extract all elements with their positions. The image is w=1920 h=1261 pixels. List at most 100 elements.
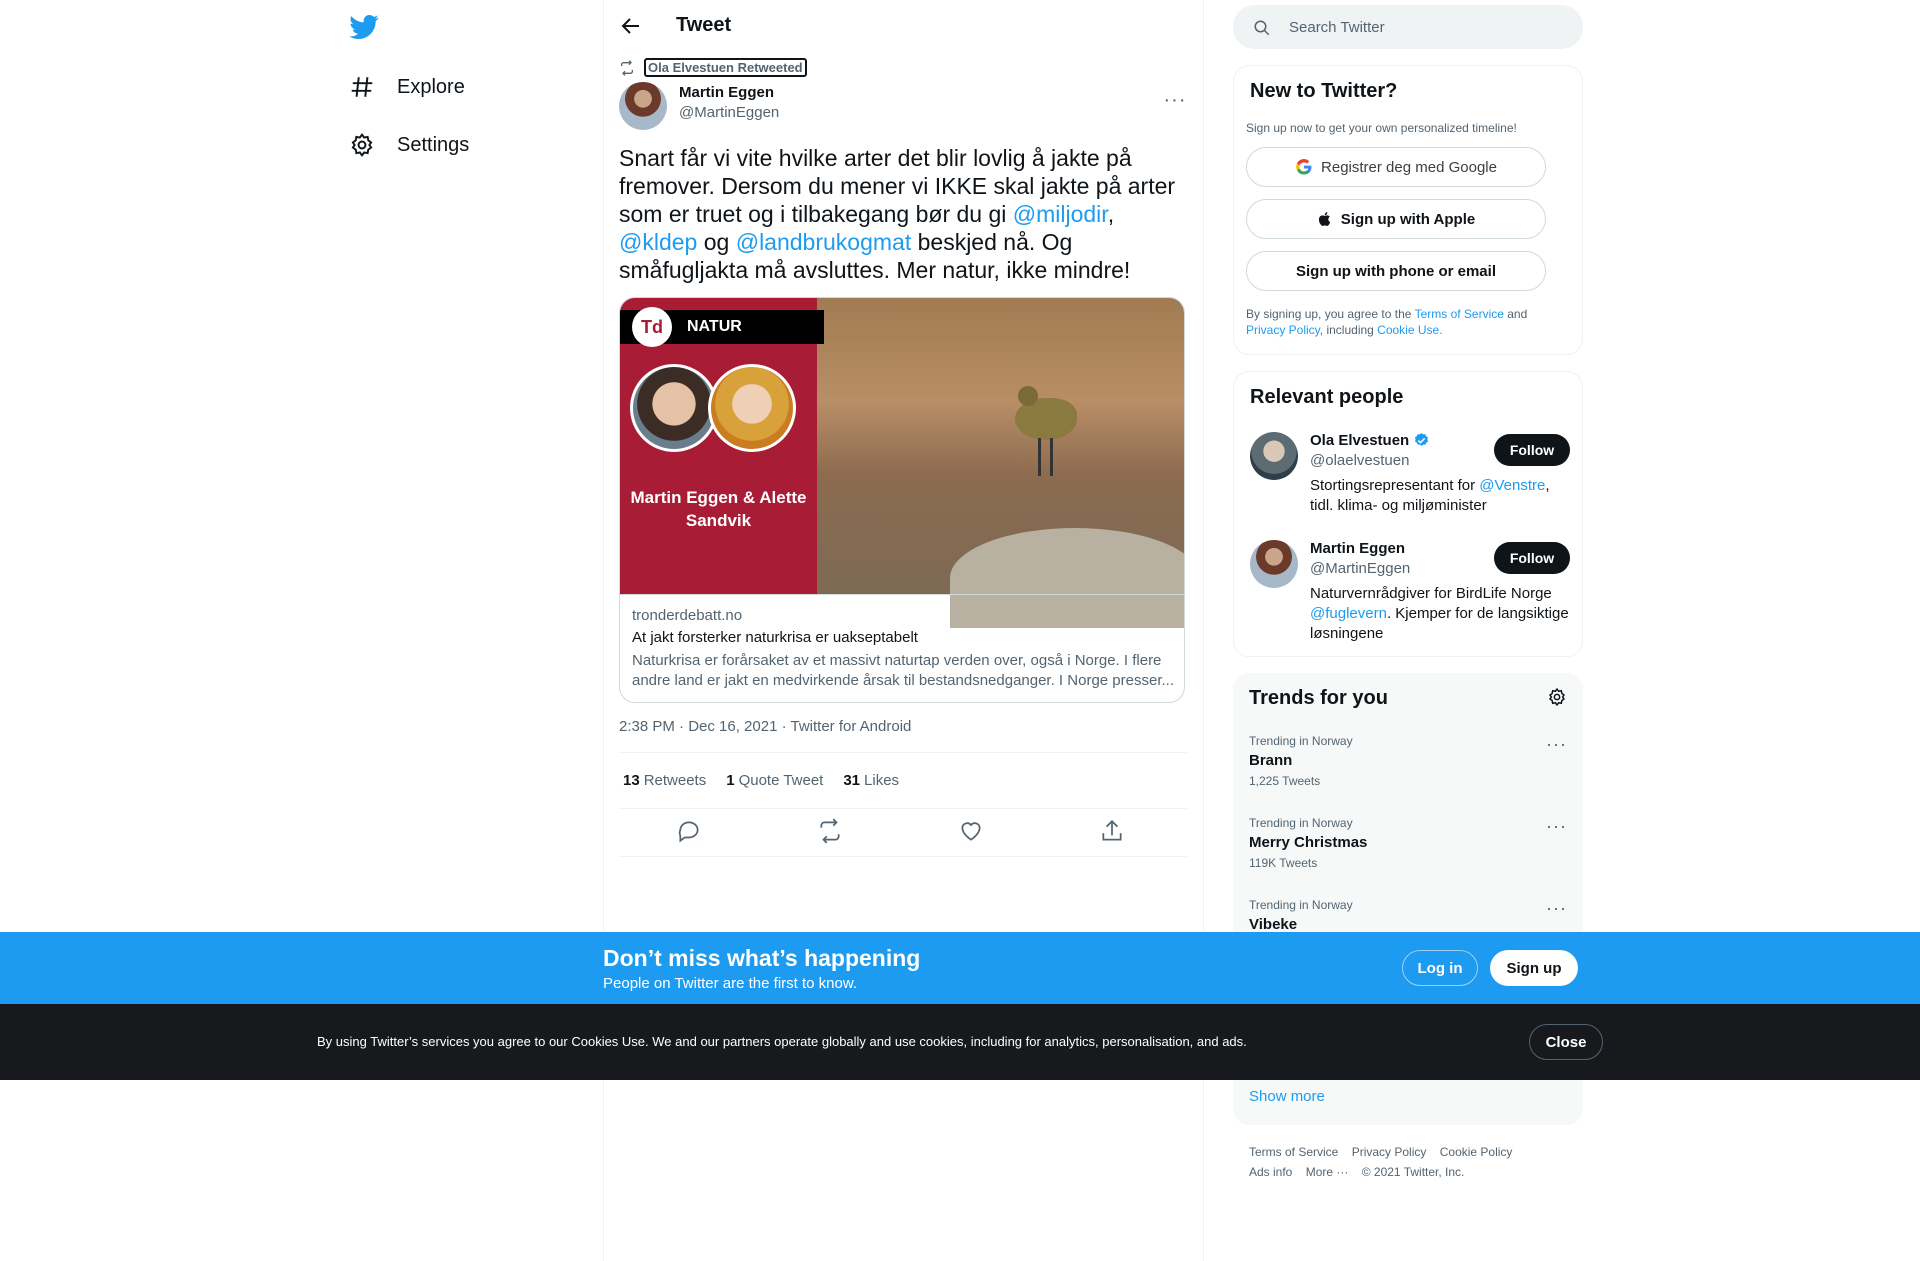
mention-link[interactable]: @landbrukogmat xyxy=(736,229,912,255)
more-options-icon[interactable]: ··· xyxy=(1546,816,1567,837)
page: Explore Settings Tweet Ola Elvestuen Ret… xyxy=(0,0,1920,1261)
retweet-context: Ola Elvestuen Retweeted xyxy=(619,58,807,77)
person-card[interactable]: Ola Elvestuen @olaelvestuen Stortingsrep… xyxy=(1250,432,1570,532)
follow-button[interactable]: Follow xyxy=(1494,434,1570,466)
share-icon[interactable] xyxy=(1099,818,1125,844)
google-signup-label: Registrer deg med Google xyxy=(1321,158,1497,176)
mention-link[interactable]: @miljodir xyxy=(1013,201,1108,227)
avatar[interactable] xyxy=(1250,432,1298,480)
cookie-use-link[interactable]: Cookie Use. xyxy=(1377,323,1442,337)
gear-icon[interactable] xyxy=(1547,687,1567,707)
trend-context: Trending in Norway xyxy=(1249,898,1353,912)
mention-link[interactable]: @fuglevern xyxy=(1310,605,1387,622)
search-box xyxy=(1233,5,1583,49)
signup-subtitle: Sign up now to get your own personalized… xyxy=(1246,121,1517,135)
banner-title: Don’t miss what’s happening xyxy=(603,945,921,971)
more-options-icon[interactable]: ··· xyxy=(1163,88,1187,112)
td-logo: Td xyxy=(632,307,672,347)
legal-text: , including xyxy=(1319,323,1378,337)
nav-explore[interactable]: Explore xyxy=(349,65,465,109)
page-title: Tweet xyxy=(676,14,732,36)
apple-signup-button[interactable]: Sign up with Apple xyxy=(1246,199,1546,239)
person-name[interactable]: Ola Elvestuen xyxy=(1310,432,1430,449)
close-button[interactable]: Close xyxy=(1529,1024,1603,1060)
terms-link[interactable]: Terms of Service xyxy=(1415,307,1504,321)
legal-text: and xyxy=(1503,307,1528,321)
reply-icon[interactable] xyxy=(676,818,702,844)
relevant-people-box: Relevant people Ola Elvestuen @olaelvest… xyxy=(1233,371,1583,657)
quote-tweets-label: Quote Tweet xyxy=(738,772,824,789)
search-icon xyxy=(1254,20,1270,36)
person-handle[interactable]: @MartinEggen xyxy=(1310,560,1410,577)
card-image: Td NATUR Martin Eggen & Alette Sandvik xyxy=(620,298,1184,628)
sidebar-footer: Terms of Service Privacy Policy Cookie P… xyxy=(1249,1142,1569,1182)
signup-banner: Don’t miss what’s happening People on Tw… xyxy=(0,932,1920,1004)
google-icon xyxy=(1296,159,1312,175)
like-icon[interactable] xyxy=(958,818,984,844)
divider xyxy=(619,856,1187,857)
back-arrow-icon[interactable] xyxy=(619,14,643,38)
tweet-actions xyxy=(619,818,1187,848)
verified-badge-icon xyxy=(1415,433,1429,446)
trend-context: Trending in Norway xyxy=(1249,816,1353,830)
tweet-author: Martin Eggen @MartinEggen ··· xyxy=(619,82,1187,132)
likes-stat[interactable]: 31 Likes xyxy=(843,772,899,789)
cookie-text: By using Twitter’s services you agree to… xyxy=(317,1034,1247,1049)
likes-label: Likes xyxy=(864,772,900,789)
mention-link[interactable]: @Venstre xyxy=(1479,477,1545,494)
trend-name: Merry Christmas xyxy=(1249,834,1368,851)
portrait-image xyxy=(630,364,718,452)
more-options-icon[interactable]: ··· xyxy=(1546,734,1567,755)
more-options-icon[interactable]: ··· xyxy=(1546,898,1567,919)
google-signup-button[interactable]: Registrer deg med Google xyxy=(1246,147,1546,187)
person-card[interactable]: Martin Eggen @MartinEggen Naturvernrådgi… xyxy=(1250,540,1570,650)
show-more-link[interactable]: Show more xyxy=(1249,1088,1325,1105)
trend-name: Vibeke xyxy=(1249,916,1298,933)
twitter-logo-icon[interactable] xyxy=(349,12,379,42)
retweet-action-icon[interactable] xyxy=(817,818,843,844)
search-input[interactable] xyxy=(1289,17,1559,37)
card-domain: tronderdebatt.no xyxy=(632,607,743,624)
link-card[interactable]: Td NATUR Martin Eggen & Alette Sandvik t… xyxy=(619,297,1185,703)
natur-badge: Td NATUR xyxy=(620,307,824,347)
phone-email-signup-label: Sign up with phone or email xyxy=(1295,262,1496,280)
copyright: © 2021 Twitter, Inc. xyxy=(1361,1165,1465,1179)
signup-box: New to Twitter? Sign up now to get your … xyxy=(1233,65,1583,355)
tweet-text: Snart får vi vite hvilke arter det blir … xyxy=(619,144,1187,284)
tweet-stats: 13 Retweets 1 Quote Tweet 31 Likes xyxy=(623,772,899,789)
retweeted-by-link[interactable]: Ola Elvestuen Retweeted xyxy=(644,58,807,77)
trend-item[interactable]: Trending in Norway Brann 1,225 Tweets ··… xyxy=(1249,734,1567,804)
nav-settings[interactable]: Settings xyxy=(349,123,469,167)
footer-link[interactable]: Privacy Policy xyxy=(1352,1145,1427,1159)
banner-subtitle: People on Twitter are the first to know. xyxy=(603,975,858,992)
avatar[interactable] xyxy=(619,82,667,130)
author-handle[interactable]: @MartinEggen xyxy=(679,104,779,121)
retweets-stat[interactable]: 13 Retweets xyxy=(623,772,706,789)
footer-link[interactable]: Cookie Policy xyxy=(1440,1145,1513,1159)
trend-item[interactable]: Trending in Norway Merry Christmas 119K … xyxy=(1249,816,1567,886)
nav-explore-label: Explore xyxy=(397,75,465,98)
quote-tweets-stat[interactable]: 1 Quote Tweet xyxy=(726,772,823,789)
author-name[interactable]: Martin Eggen xyxy=(679,84,774,101)
mention-link[interactable]: @kldep xyxy=(619,229,697,255)
privacy-link[interactable]: Privacy Policy xyxy=(1246,323,1320,337)
relevant-people-title: Relevant people xyxy=(1250,386,1404,408)
phone-email-signup-button[interactable]: Sign up with phone or email xyxy=(1246,251,1546,291)
retweets-label: Retweets xyxy=(643,772,707,789)
tweet-timestamp[interactable]: 2:38 PM · Dec 16, 2021 · Twitter for And… xyxy=(619,718,911,735)
person-name[interactable]: Martin Eggen xyxy=(1310,540,1405,557)
retweet-icon xyxy=(621,59,633,76)
login-button[interactable]: Log in xyxy=(1402,950,1478,986)
follow-button[interactable]: Follow xyxy=(1494,542,1570,574)
tweet-text-part: , xyxy=(1107,201,1115,227)
signup-button[interactable]: Sign up xyxy=(1490,950,1578,986)
tweet-header: Tweet xyxy=(603,0,1203,53)
likes-count: 31 xyxy=(843,772,861,789)
person-handle[interactable]: @olaelvestuen xyxy=(1310,452,1409,469)
footer-link[interactable]: Ads info xyxy=(1249,1165,1292,1179)
avatar[interactable] xyxy=(1250,540,1298,588)
cookie-banner: By using Twitter’s services you agree to… xyxy=(0,1004,1920,1080)
footer-link[interactable]: Terms of Service xyxy=(1249,1145,1338,1159)
signup-title: New to Twitter? xyxy=(1250,80,1398,102)
footer-more-link[interactable]: More ··· xyxy=(1306,1165,1349,1179)
